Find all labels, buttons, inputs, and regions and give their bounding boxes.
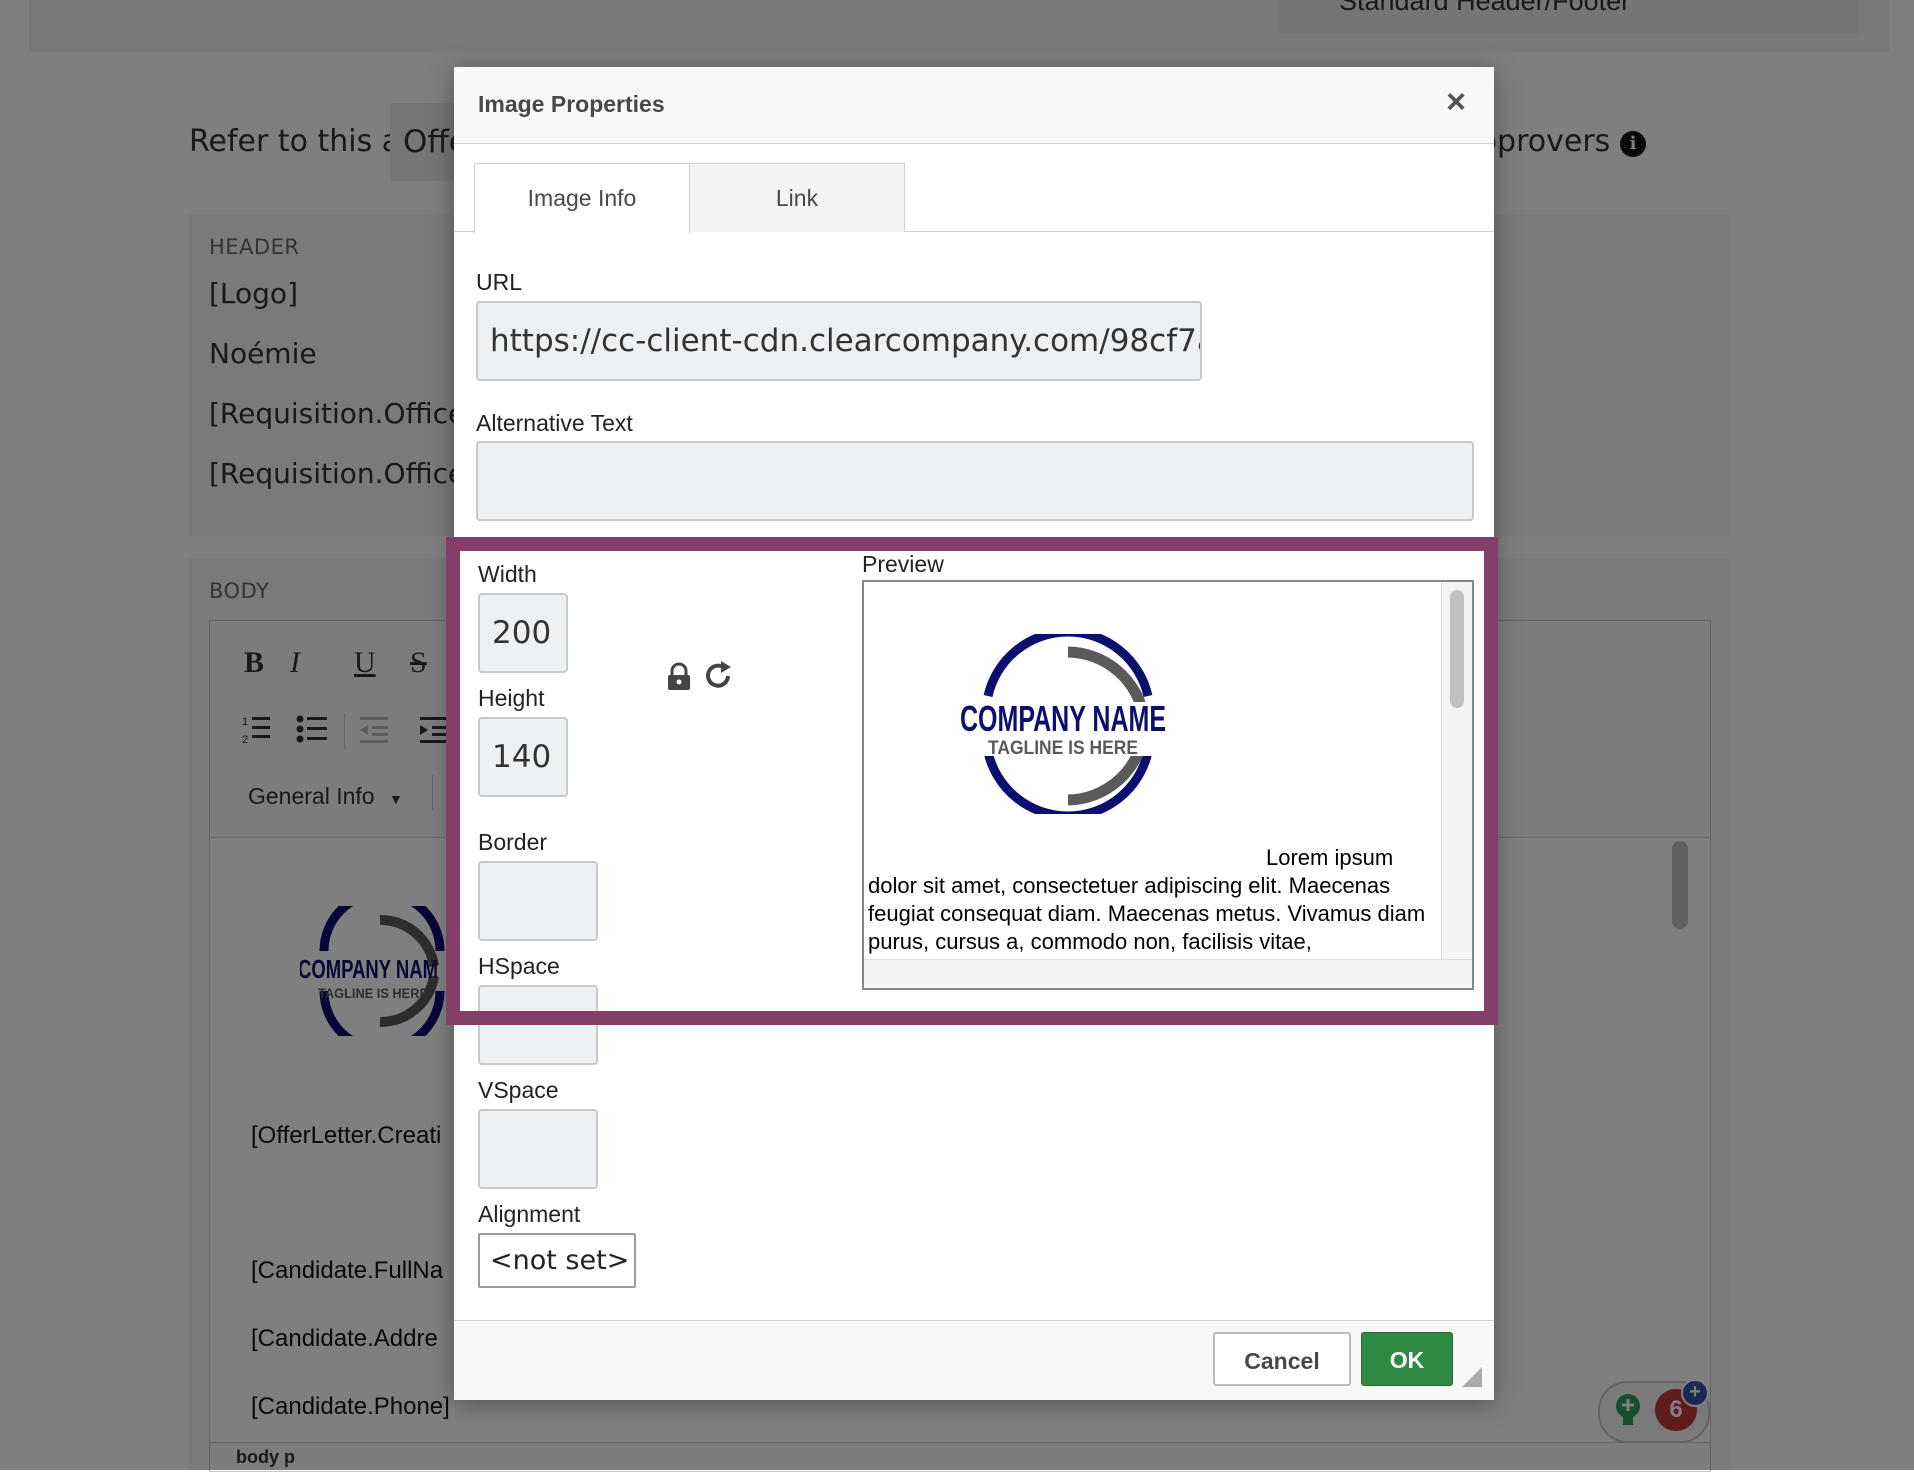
cancel-button[interactable]: Cancel (1213, 1332, 1351, 1386)
alignment-label: Alignment (478, 1201, 581, 1227)
alt-text-label: Alternative Text (476, 410, 633, 436)
url-input[interactable]: https://cc-client-cdn.clearcompany.com/9… (476, 301, 1202, 381)
resize-handle[interactable] (1462, 1367, 1482, 1387)
ok-button[interactable]: OK (1361, 1332, 1453, 1386)
tab-image-info[interactable]: Image Info (474, 163, 690, 233)
alt-text-input[interactable] (476, 441, 1474, 521)
dialog-title-bar[interactable]: Image Properties × (454, 67, 1494, 144)
close-icon[interactable]: × (1446, 83, 1466, 122)
highlight-frame (446, 537, 1498, 1025)
dialog-title: Image Properties (478, 91, 665, 117)
vspace-input[interactable] (478, 1109, 598, 1189)
tab-link[interactable]: Link (689, 163, 905, 232)
vspace-label: VSpace (478, 1077, 559, 1103)
alignment-select[interactable]: <not set> (478, 1233, 636, 1288)
url-label: URL (476, 269, 523, 295)
